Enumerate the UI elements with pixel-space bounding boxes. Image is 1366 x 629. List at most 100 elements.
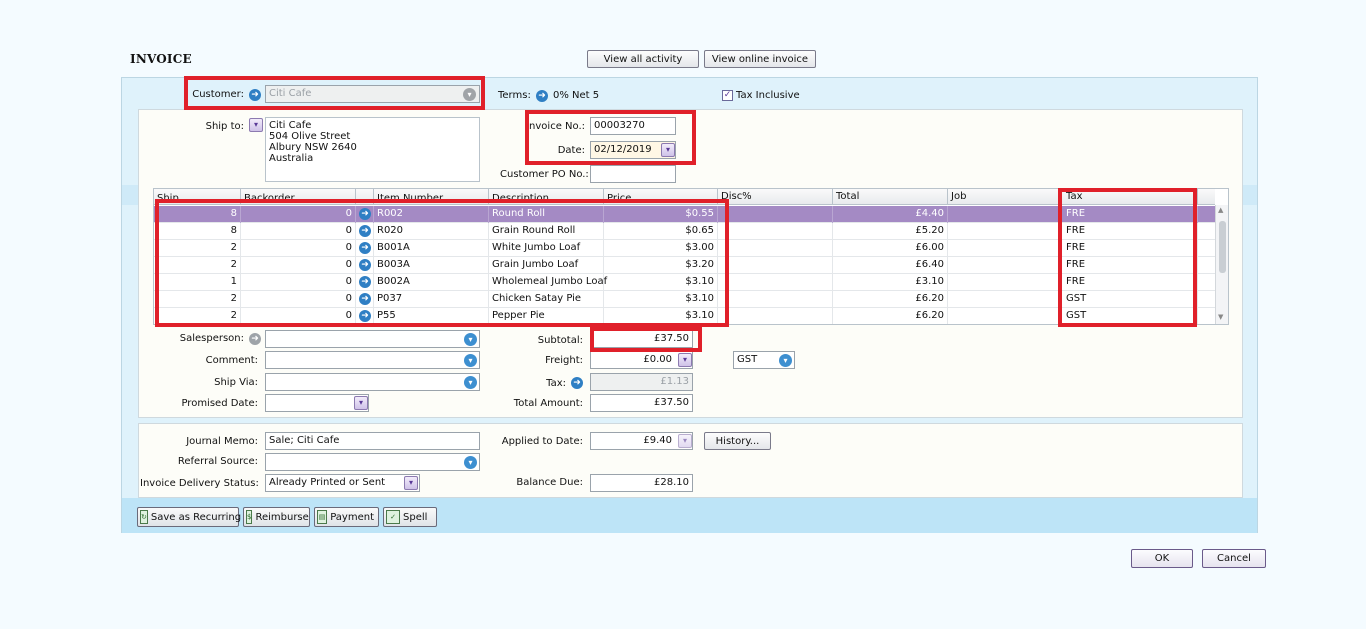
referral-source-dropdown-icon[interactable]: ▾	[464, 456, 477, 469]
comment-field[interactable]	[265, 351, 480, 369]
table-row[interactable]: 2 0 ➜ P037 Chicken Satay Pie $3.10 £6.20 GST	[154, 291, 1215, 308]
customer-arrow-icon[interactable]: ➜	[249, 89, 261, 101]
history-button[interactable]: History...	[704, 432, 771, 450]
cell-total[interactable]: £3.10	[836, 276, 944, 287]
cell-price[interactable]: $0.55	[607, 208, 714, 219]
scrollbar-thumb[interactable]	[1219, 221, 1226, 273]
freight-dropdown-icon[interactable]: ▾	[678, 353, 692, 367]
cell-ship[interactable]: 2	[157, 242, 237, 253]
delivery-status-dropdown-icon[interactable]: ▾	[404, 476, 418, 490]
item-arrow-icon[interactable]: ➜	[359, 242, 371, 254]
cell-tax[interactable]: FRE	[1066, 242, 1085, 253]
cell-item-number[interactable]: B003A	[377, 259, 410, 270]
date-picker-icon[interactable]: ▾	[661, 143, 675, 157]
cell-backorder[interactable]: 0	[244, 225, 352, 236]
customer-dropdown-icon[interactable]: ▾	[463, 88, 476, 101]
terms-arrow-icon[interactable]: ➜	[536, 90, 548, 102]
applied-to-date-dropdown-icon[interactable]: ▾	[678, 434, 692, 448]
cancel-button[interactable]: Cancel	[1202, 549, 1266, 568]
cell-total[interactable]: £6.40	[836, 259, 944, 270]
ship-to-dropdown-icon[interactable]: ▾	[249, 118, 263, 132]
cell-ship[interactable]: 2	[157, 310, 237, 321]
customer-po-field[interactable]	[590, 165, 676, 183]
table-row[interactable]: 1 0 ➜ B002A Wholemeal Jumbo Loaf $3.10 £3.10 FR…	[154, 274, 1215, 291]
customer-field[interactable]: Citi Cafe	[265, 85, 480, 103]
freight-tax-dropdown-icon[interactable]: ▾	[779, 354, 792, 367]
cell-item-number[interactable]: P037	[377, 293, 402, 304]
tax-inclusive-checkbox[interactable]: ✓	[722, 90, 733, 101]
comment-dropdown-icon[interactable]: ▾	[464, 354, 477, 367]
view-all-activity-button[interactable]: View all activity	[587, 50, 699, 68]
salesperson-field[interactable]	[265, 330, 480, 348]
cell-price[interactable]: $3.10	[607, 310, 714, 321]
cell-price[interactable]: $3.10	[607, 276, 714, 287]
spell-button[interactable]: ✓ Spell	[383, 507, 437, 527]
scroll-up-icon[interactable]: ▲	[1218, 206, 1223, 214]
cell-description[interactable]: Round Roll	[492, 208, 545, 219]
cell-total[interactable]: £6.20	[836, 310, 944, 321]
table-row[interactable]: 2 0 ➜ B003A Grain Jumbo Loaf $3.20 £6.40 FRE	[154, 257, 1215, 274]
cell-tax[interactable]: FRE	[1066, 225, 1085, 236]
ok-button[interactable]: OK	[1131, 549, 1193, 568]
view-online-invoice-button[interactable]: View online invoice	[704, 50, 816, 68]
cell-item-number[interactable]: P55	[377, 310, 396, 321]
cell-ship[interactable]: 8	[157, 208, 237, 219]
delivery-status-field[interactable]: Already Printed or Sent	[265, 474, 420, 492]
cell-tax[interactable]: FRE	[1066, 259, 1085, 270]
cell-item-number[interactable]: B002A	[377, 276, 410, 287]
journal-memo-field[interactable]: Sale; Citi Cafe	[265, 432, 480, 450]
cell-item-number[interactable]: R020	[377, 225, 403, 236]
item-arrow-icon[interactable]: ➜	[359, 208, 371, 220]
payment-button[interactable]: ▤ Payment	[314, 507, 379, 527]
ship-to-address[interactable]: Citi Cafe 504 Olive Street Albury NSW 26…	[265, 117, 480, 182]
table-scrollbar[interactable]: ▲ ▼	[1215, 205, 1228, 324]
item-arrow-icon[interactable]: ➜	[359, 225, 371, 237]
cell-tax[interactable]: GST	[1066, 310, 1086, 321]
cell-description[interactable]: Chicken Satay Pie	[492, 293, 581, 304]
cell-price[interactable]: $3.10	[607, 293, 714, 304]
cell-description[interactable]: Wholemeal Jumbo Loaf	[492, 276, 607, 287]
cell-backorder[interactable]: 0	[244, 208, 352, 219]
cell-item-number[interactable]: B001A	[377, 242, 410, 253]
cell-backorder[interactable]: 0	[244, 276, 352, 287]
cell-description[interactable]: White Jumbo Loaf	[492, 242, 580, 253]
salesperson-dropdown-icon[interactable]: ▾	[464, 333, 477, 346]
salesperson-arrow-icon[interactable]: ➜	[249, 333, 261, 345]
cell-description[interactable]: Grain Jumbo Loaf	[492, 259, 578, 270]
cell-total[interactable]: £6.00	[836, 242, 944, 253]
cell-item-number[interactable]: R002	[377, 208, 403, 219]
cell-ship[interactable]: 2	[157, 259, 237, 270]
save-as-recurring-button[interactable]: ↻ Save as Recurring	[137, 507, 241, 527]
cell-price[interactable]: $3.00	[607, 242, 714, 253]
table-row[interactable]: 2 0 ➜ B001A White Jumbo Loaf $3.00 £6.00 FRE	[154, 240, 1215, 257]
reimburse-button[interactable]: $ Reimburse	[243, 507, 310, 527]
cell-backorder[interactable]: 0	[244, 259, 352, 270]
cell-total[interactable]: £5.20	[836, 225, 944, 236]
promised-date-picker-icon[interactable]: ▾	[354, 396, 368, 410]
ship-via-field[interactable]	[265, 373, 480, 391]
cell-price[interactable]: $3.20	[607, 259, 714, 270]
scroll-down-icon[interactable]: ▼	[1218, 313, 1223, 321]
cell-tax[interactable]: GST	[1066, 293, 1086, 304]
cell-ship[interactable]: 1	[157, 276, 237, 287]
cell-description[interactable]: Pepper Pie	[492, 310, 545, 321]
table-row[interactable]: 8 0 ➜ R002 Round Roll $0.55 £4.40 FRE	[154, 206, 1215, 223]
cell-tax[interactable]: FRE	[1066, 276, 1085, 287]
ship-via-dropdown-icon[interactable]: ▾	[464, 376, 477, 389]
cell-tax[interactable]: FRE	[1066, 208, 1085, 219]
item-arrow-icon[interactable]: ➜	[359, 310, 371, 322]
cell-backorder[interactable]: 0	[244, 310, 352, 321]
cell-backorder[interactable]: 0	[244, 293, 352, 304]
referral-source-field[interactable]	[265, 453, 480, 471]
cell-ship[interactable]: 8	[157, 225, 237, 236]
cell-backorder[interactable]: 0	[244, 242, 352, 253]
cell-ship[interactable]: 2	[157, 293, 237, 304]
table-row[interactable]: 2 0 ➜ P55 Pepper Pie $3.10 £6.20 GST	[154, 308, 1215, 324]
table-row[interactable]: 8 0 ➜ R020 Grain Round Roll $0.65 £5.20 FRE	[154, 223, 1215, 240]
item-arrow-icon[interactable]: ➜	[359, 276, 371, 288]
invoice-no-field[interactable]: 00003270	[590, 117, 676, 135]
cell-total[interactable]: £4.40	[836, 208, 944, 219]
cell-description[interactable]: Grain Round Roll	[492, 225, 575, 236]
cell-total[interactable]: £6.20	[836, 293, 944, 304]
item-arrow-icon[interactable]: ➜	[359, 259, 371, 271]
